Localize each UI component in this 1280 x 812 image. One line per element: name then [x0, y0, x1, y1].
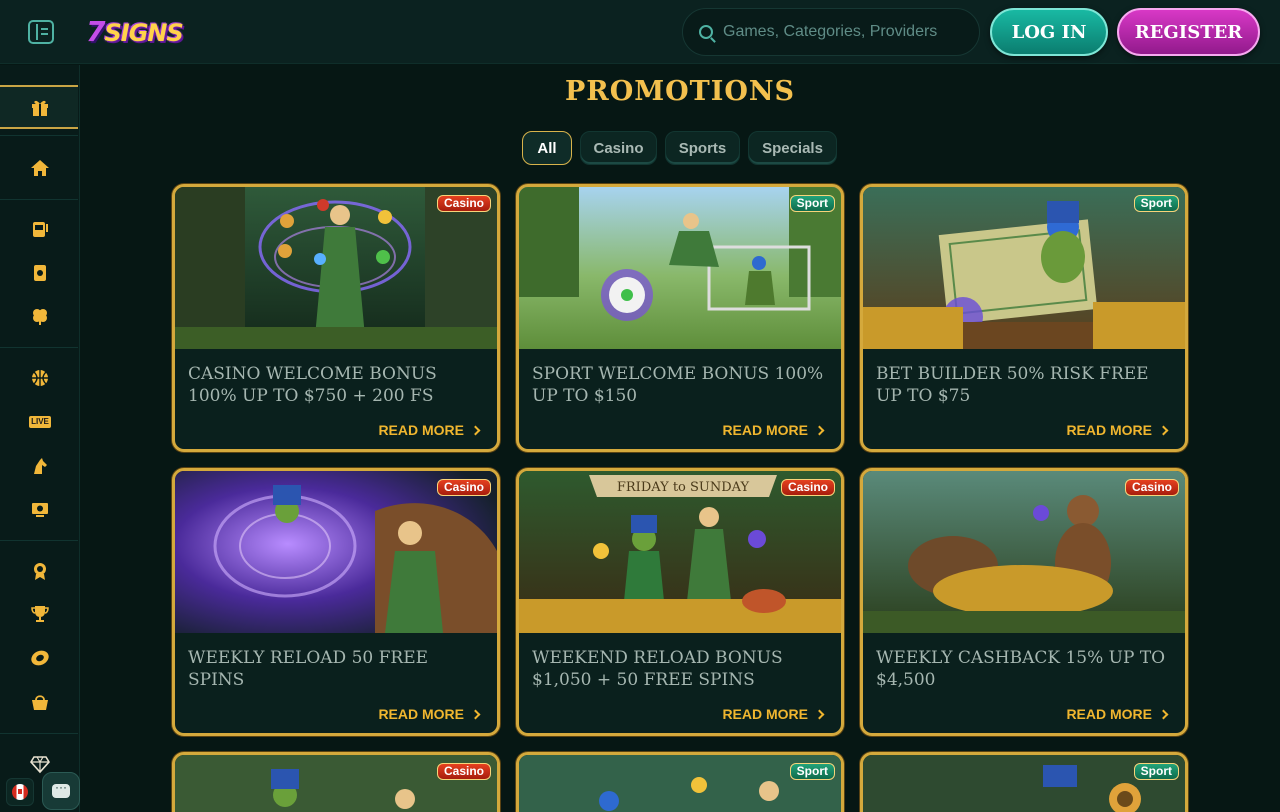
promotion-filters: All Casino Sports Specials — [0, 131, 1280, 165]
register-button[interactable]: REGISTER — [1117, 8, 1260, 56]
promo-card[interactable]: FRIDAY to SUNDAY Casino WEEKEND RELOAD B… — [516, 468, 844, 736]
promo-tag: Sport — [1133, 763, 1179, 780]
filter-sports[interactable]: Sports — [665, 131, 740, 165]
promo-title: BET BUILDER 50% RISK FREE UP TO $75 — [876, 364, 1149, 406]
search-icon — [699, 25, 713, 39]
promo-tag: Casino — [436, 195, 491, 212]
badge-icon[interactable] — [29, 560, 51, 582]
trophy-icon[interactable] — [29, 603, 51, 625]
site-logo[interactable]: 7SIGNS — [86, 12, 184, 52]
gift-icon[interactable] — [29, 96, 51, 118]
chevron-right-icon — [470, 709, 481, 719]
promo-tag: Casino — [436, 479, 491, 496]
promo-tag: Casino — [780, 479, 835, 496]
promo-tag: Casino — [1124, 479, 1179, 496]
search-input[interactable] — [723, 23, 963, 41]
search-box[interactable] — [682, 8, 980, 56]
sidebar: LIVE — [0, 65, 80, 812]
slot-machine-icon[interactable] — [29, 218, 51, 240]
promo-tag: Sport — [1133, 195, 1179, 212]
chevron-right-icon — [470, 425, 481, 435]
chevron-right-icon — [814, 425, 825, 435]
promo-title: SPORT WELCOME BONUS 100% UP TO $150 — [532, 364, 824, 406]
promo-card[interactable]: Sport — [860, 752, 1188, 812]
top-bar: 7SIGNS LOG IN REGISTER — [0, 0, 1280, 64]
coin-icon[interactable] — [29, 647, 51, 669]
filter-specials[interactable]: Specials — [748, 131, 837, 165]
horse-icon[interactable] — [29, 455, 51, 477]
read-more-link[interactable]: READ MORE — [722, 705, 825, 723]
read-more-link[interactable]: READ MORE — [378, 705, 481, 723]
promo-tag: Sport — [789, 195, 835, 212]
promo-card[interactable]: Casino WEEKLY RELOAD 50 FREE SPINS READ … — [172, 468, 500, 736]
filter-casino[interactable]: Casino — [580, 131, 657, 165]
chat-icon[interactable] — [42, 772, 80, 810]
banner-text: FRIDAY to SUNDAY — [617, 480, 750, 495]
read-more-link[interactable]: READ MORE — [1066, 421, 1169, 439]
card-icon[interactable] — [29, 262, 51, 284]
promo-tag: Casino — [436, 763, 491, 780]
promo-card[interactable]: Sport — [516, 752, 844, 812]
promo-card[interactable]: Casino — [172, 752, 500, 812]
promo-card[interactable]: Sport BET BUILDER 50% RISK FREE UP TO $7… — [860, 184, 1188, 452]
page-title: PROMOTIONS — [564, 76, 796, 107]
read-more-link[interactable]: READ MORE — [1066, 705, 1169, 723]
read-more-link[interactable]: READ MORE — [722, 421, 825, 439]
chevron-right-icon — [1158, 425, 1169, 435]
basket-icon[interactable] — [29, 691, 51, 713]
basketball-icon[interactable] — [29, 367, 51, 389]
virtual-sports-icon[interactable] — [29, 498, 51, 520]
promo-card[interactable]: Sport SPORT WELCOME BONUS 100% UP TO $15… — [516, 184, 844, 452]
promo-tag: Sport — [789, 763, 835, 780]
promo-card[interactable]: Casino WEEKLY CASHBACK 15% UP TO $4,500 … — [860, 468, 1188, 736]
live-label: LIVE — [29, 416, 51, 428]
read-more-link[interactable]: READ MORE — [378, 421, 481, 439]
promo-card[interactable]: Casino CASINO WELCOME BONUS 100% UP TO $… — [172, 184, 500, 452]
chevron-right-icon — [1158, 709, 1169, 719]
filter-all[interactable]: All — [522, 131, 572, 165]
promo-title: WEEKLY CASHBACK 15% UP TO $4,500 — [876, 648, 1166, 690]
live-icon[interactable]: LIVE — [29, 411, 51, 433]
promo-title: CASINO WELCOME BONUS 100% UP TO $750 + 2… — [188, 364, 437, 406]
promo-title: WEEKEND RELOAD BONUS $1,050 + 50 FREE SP… — [532, 648, 783, 690]
sidebar-toggle-icon[interactable] — [28, 20, 54, 44]
clover-icon[interactable] — [29, 305, 51, 327]
promo-title: WEEKLY RELOAD 50 FREE SPINS — [188, 648, 429, 690]
login-button[interactable]: LOG IN — [990, 8, 1108, 56]
language-flag-icon[interactable] — [6, 778, 34, 806]
chevron-right-icon — [814, 709, 825, 719]
